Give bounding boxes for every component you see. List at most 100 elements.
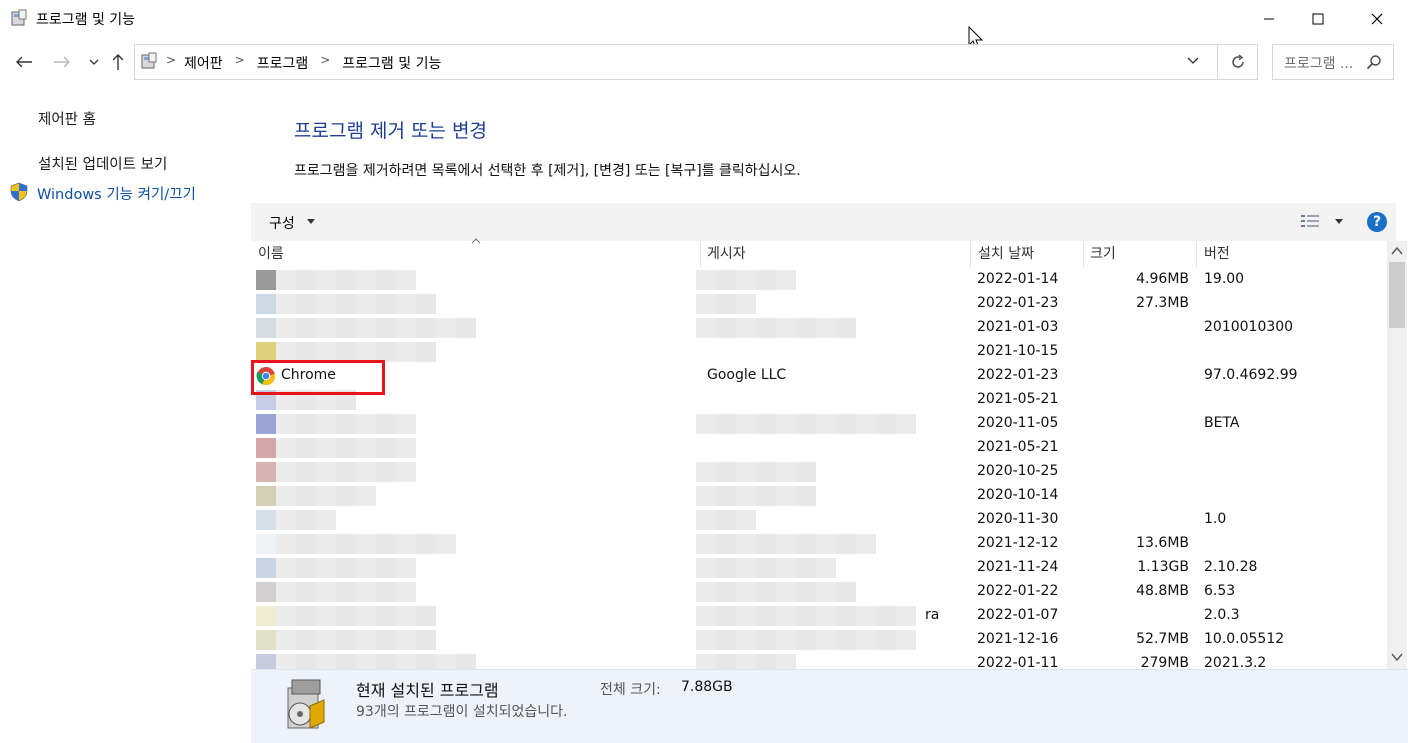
redacted-text [696, 582, 856, 602]
table-row[interactable]: 2020-10-25 [251, 460, 1387, 484]
program-size: 27.3MB [1136, 295, 1189, 311]
search-input[interactable]: 프로그램 ... [1284, 53, 1353, 73]
redacted-text [696, 510, 756, 530]
program-icon [256, 342, 276, 362]
breadcrumb-separator: > [166, 53, 177, 67]
table-row[interactable]: 2021-10-15 [251, 340, 1387, 364]
redacted-text [696, 630, 916, 650]
program-icon [256, 486, 276, 506]
breadcrumb-item[interactable]: 프로그램 및 기능 [342, 53, 441, 73]
breadcrumb: 제어판 > 프로그램 > 프로그램 및 기능 [184, 53, 441, 73]
scroll-down-icon[interactable] [1390, 651, 1404, 663]
page-title: 프로그램 제거 또는 변경 [294, 120, 487, 142]
install-date: 2021-11-24 [977, 559, 1059, 575]
program-size: 4.96MB [1136, 271, 1189, 287]
arrow-right-icon [54, 56, 70, 68]
command-bar [251, 203, 1396, 241]
table-row[interactable]: 2022-01-14 4.96MB 19.00 [251, 268, 1387, 292]
caret-down-icon[interactable] [306, 219, 316, 225]
column-header-publisher[interactable]: 게시자 [707, 243, 746, 263]
column-header-size[interactable]: 크기 [1090, 243, 1116, 263]
program-version: 2.0.3 [1204, 607, 1240, 623]
arrow-left-icon [16, 56, 32, 68]
program-version: 19.00 [1204, 271, 1245, 287]
back-button[interactable] [14, 52, 34, 72]
control-panel-home-link[interactable]: 제어판 홈 [38, 108, 96, 129]
details-view-icon[interactable] [1300, 213, 1320, 229]
sort-ascending-icon [471, 238, 481, 244]
maximize-icon [1312, 13, 1324, 25]
program-icon [256, 558, 276, 578]
program-list: 2022-01-14 4.96MB 19.00 2022-01-23 27.3MB 202… [251, 268, 1387, 669]
refresh-icon [1231, 54, 1244, 68]
breadcrumb-item[interactable]: 제어판 [184, 53, 223, 73]
table-row[interactable]: ra 2022-01-07 2.0.3 [251, 604, 1387, 628]
column-header-install-date[interactable]: 설치 날짜 [978, 243, 1034, 263]
table-row[interactable]: 2021-05-21 [251, 436, 1387, 460]
program-icon [256, 534, 276, 554]
caret-down-icon[interactable] [1334, 219, 1344, 225]
program-size: 48.8MB [1136, 583, 1189, 599]
install-date: 2021-12-12 [977, 535, 1059, 551]
program-count: 93개의 프로그램이 설치되었습니다. [356, 704, 568, 720]
table-row[interactable]: 2022-01-11 279MB 2021.3.2 [251, 652, 1387, 669]
total-size-value: 7.88GB [681, 679, 733, 695]
table-row[interactable]: Chrome Google LLC 2022-01-23 97.0.4692.99 [251, 364, 1387, 388]
install-date: 2021-10-15 [977, 343, 1059, 359]
table-row[interactable]: 2021-01-03 2010010300 [251, 316, 1387, 340]
refresh-button[interactable] [1218, 44, 1258, 80]
installed-programs-icon [287, 679, 325, 729]
program-icon [256, 318, 276, 338]
column-header-version[interactable]: 버전 [1204, 243, 1230, 263]
windows-features-link[interactable]: Windows 기능 켜기/끄기 [37, 183, 196, 204]
help-icon[interactable]: ? [1367, 212, 1387, 232]
scroll-up-icon[interactable] [1390, 245, 1404, 257]
table-row[interactable]: 2020-11-05 BETA [251, 412, 1387, 436]
breadcrumb-separator: > [320, 53, 331, 67]
search-icon[interactable] [1366, 54, 1382, 70]
view-installed-updates-link[interactable]: 설치된 업데이트 보기 [38, 153, 167, 174]
install-date: 2022-01-11 [977, 655, 1059, 669]
table-row[interactable]: 2020-10-14 [251, 484, 1387, 508]
forward-button[interactable] [52, 52, 72, 72]
table-row[interactable]: 2021-12-16 52.7MB 10.0.05512 [251, 628, 1387, 652]
close-button[interactable] [1354, 0, 1400, 38]
program-size: 52.7MB [1136, 631, 1189, 647]
table-row[interactable]: 2022-01-23 27.3MB [251, 292, 1387, 316]
table-row[interactable]: 2021-12-12 13.6MB [251, 532, 1387, 556]
address-dropdown-button[interactable] [1186, 53, 1206, 73]
redacted-text [276, 534, 456, 554]
table-row[interactable]: 2021-11-24 1.13GB 2.10.28 [251, 556, 1387, 580]
redacted-text [276, 270, 416, 290]
redacted-text [696, 318, 856, 338]
redacted-text [696, 462, 816, 482]
redacted-text [696, 486, 816, 506]
install-date: 2020-11-30 [977, 511, 1059, 527]
table-row[interactable]: 2022-01-22 48.8MB 6.53 [251, 580, 1387, 604]
redacted-text [276, 462, 416, 482]
program-icon [256, 294, 276, 314]
column-header-name[interactable]: 이름 [258, 243, 284, 263]
program-version: 1.0 [1204, 511, 1227, 527]
program-version: BETA [1204, 415, 1240, 431]
install-date: 2021-12-16 [977, 631, 1059, 647]
organize-menu-button[interactable]: 구성 [269, 213, 295, 233]
install-date: 2021-05-21 [977, 439, 1059, 455]
table-row[interactable]: 2020-11-30 1.0 [251, 508, 1387, 532]
minimize-button[interactable] [1246, 0, 1292, 38]
install-date: 2022-01-14 [977, 271, 1059, 287]
program-icon [256, 630, 276, 650]
program-version: 2.10.28 [1204, 559, 1258, 575]
program-version: 10.0.05512 [1204, 631, 1285, 647]
recent-locations-button[interactable] [84, 52, 104, 72]
up-button[interactable] [108, 52, 128, 72]
program-version: 6.53 [1204, 583, 1236, 599]
breadcrumb-separator: > [234, 53, 245, 67]
table-row[interactable]: 2021-05-21 [251, 388, 1387, 412]
program-icon [256, 462, 276, 482]
install-date: 2020-11-05 [977, 415, 1059, 431]
maximize-button[interactable] [1295, 0, 1341, 38]
redacted-text [276, 318, 476, 338]
scrollbar-thumb[interactable] [1389, 262, 1405, 328]
breadcrumb-item[interactable]: 프로그램 [257, 53, 309, 73]
